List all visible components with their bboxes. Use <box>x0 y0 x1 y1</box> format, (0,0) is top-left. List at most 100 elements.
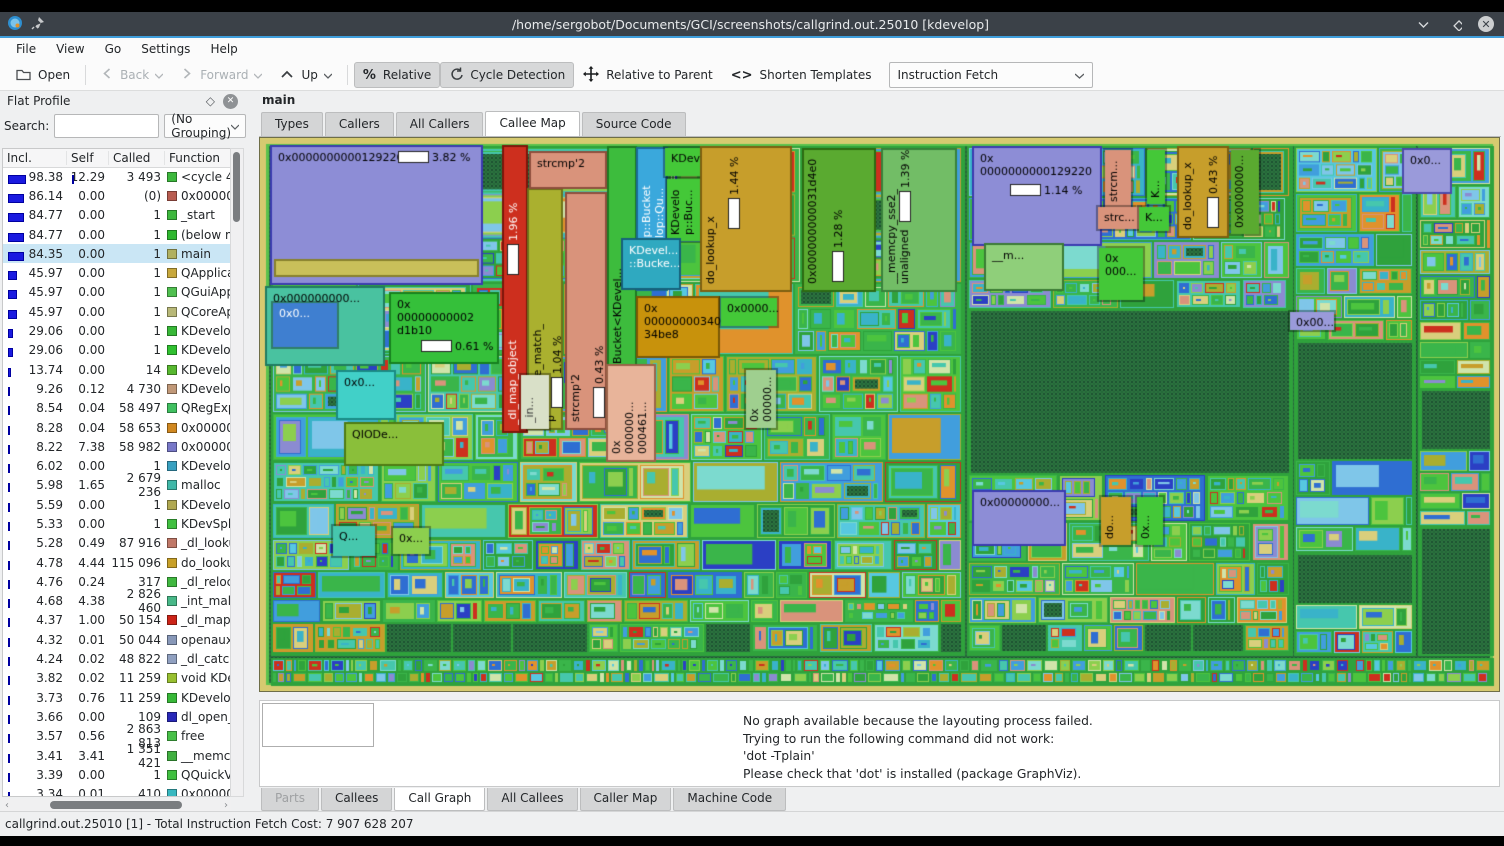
col-header-incl[interactable]: Incl. <box>3 151 67 165</box>
incl-bar <box>8 754 10 763</box>
incl-bar <box>8 368 11 377</box>
tab-callers[interactable]: Callers <box>325 112 394 136</box>
menu-item-file[interactable]: File <box>6 42 46 56</box>
cell-incl: 3.82 <box>3 671 67 685</box>
table-row[interactable]: 3.730.7611 259KDevelop:: <box>3 688 230 707</box>
table-row[interactable]: 8.540.0458 497QRegExp::( <box>3 399 230 418</box>
table-row[interactable]: 4.320.0150 044openaux <box>3 630 230 649</box>
incl-bar <box>8 233 24 242</box>
table-row[interactable]: 5.590.001KDevelop:: <box>3 495 230 514</box>
table-row[interactable]: 29.060.001KDevelop:: <box>3 321 230 340</box>
table-row[interactable]: 4.240.0248 822_dl_catch_ <box>3 649 230 668</box>
col-header-called[interactable]: Called <box>109 151 165 165</box>
cell-called: 1 <box>109 343 165 357</box>
open-button[interactable]: Open <box>7 62 79 88</box>
table-row[interactable]: 84.770.001(below mai <box>3 225 230 244</box>
menu-item-help[interactable]: Help <box>200 42 247 56</box>
relative-to-parent-toggle[interactable]: Relative to Parent <box>574 62 721 88</box>
table-row[interactable]: 86.140.00(0)0x0000000 <box>3 186 230 205</box>
up-button[interactable]: Up <box>271 62 340 88</box>
back-button[interactable]: Back <box>92 62 172 88</box>
vertical-scrollbar[interactable] <box>230 148 244 797</box>
cell-incl: 45.97 <box>3 266 67 280</box>
tab-callee-map[interactable]: Callee Map <box>485 111 579 136</box>
table-row[interactable]: 4.371.0050 154_dl_map_o <box>3 611 230 630</box>
horizontal-scrollbar[interactable]: ‹ › <box>2 799 231 811</box>
table-row[interactable]: 3.390.001QQuickVie <box>3 765 230 784</box>
table-row[interactable]: 8.280.0458 6530x0000000 <box>3 418 230 437</box>
col-header-function[interactable]: Function <box>165 151 230 165</box>
cell-called: 4 730 <box>109 382 165 396</box>
pin-icon[interactable] <box>31 16 45 33</box>
table-row[interactable]: 9.260.124 730KDevelop:: <box>3 379 230 398</box>
table-row[interactable]: 98.3812.293 493<cycle 42> <box>3 167 230 186</box>
tab-all-callers[interactable]: All Callers <box>396 112 484 136</box>
minimize-icon[interactable] <box>1414 15 1432 33</box>
table-row[interactable]: 45.970.001QGuiApplic <box>3 283 230 302</box>
table-row[interactable]: 29.060.001KDevelop:: <box>3 341 230 360</box>
menu-item-go[interactable]: Go <box>95 42 132 56</box>
cell-self: 7.38 <box>67 440 109 454</box>
incl-bar <box>8 348 13 357</box>
float-dock-icon[interactable]: ◇ <box>206 94 215 108</box>
table-row[interactable]: 3.340.014100x0000000 <box>3 785 230 797</box>
cell-called: 58 497 <box>109 401 165 415</box>
tab-callees[interactable]: Callees <box>321 788 392 811</box>
table-row[interactable]: 84.770.001_start <box>3 206 230 225</box>
col-header-self[interactable]: Self <box>67 151 109 165</box>
function-color-icon <box>167 673 177 683</box>
cell-incl: 3.73 <box>3 691 67 705</box>
table-row[interactable]: 45.970.001QCoreAppl <box>3 302 230 321</box>
cell-incl: 3.57 <box>3 729 67 743</box>
maximize-icon[interactable] <box>1446 15 1464 33</box>
incl-bar <box>8 696 10 705</box>
shorten-templates-toggle[interactable]: <> Shorten Templates <box>722 62 881 88</box>
move-icon <box>583 66 599 85</box>
call-graph-panel: No graph available because the layouting… <box>259 700 1500 787</box>
scroll-left-icon[interactable]: ‹ <box>2 800 12 811</box>
scrollbar-thumb[interactable] <box>233 152 240 222</box>
function-color-icon <box>167 615 177 625</box>
grouping-select[interactable]: (No Grouping) <box>164 114 246 138</box>
relative-toggle[interactable]: % Relative <box>354 62 440 88</box>
table-row[interactable]: 8.227.3858 9820x0000000 <box>3 437 230 456</box>
table-row[interactable]: 3.820.0211 259void KDeve <box>3 669 230 688</box>
table-row[interactable]: 13.740.0014KDevelop:: <box>3 360 230 379</box>
tab-machine-code[interactable]: Machine Code <box>673 788 786 811</box>
tab-types[interactable]: Types <box>261 112 323 136</box>
cell-self: 0.00 <box>67 343 109 357</box>
event-type-select[interactable]: Instruction Fetch <box>889 62 1093 88</box>
table-row[interactable]: 4.684.382 826 460_int_mallo <box>3 592 230 611</box>
cell-self: 1.00 <box>67 613 109 627</box>
search-input[interactable] <box>54 114 159 138</box>
table-row[interactable]: 4.784.44115 096do_lookup <box>3 553 230 572</box>
menu-item-settings[interactable]: Settings <box>131 42 200 56</box>
table-row[interactable]: 45.970.001QApplicatio <box>3 263 230 282</box>
cell-called: 1 <box>109 768 165 782</box>
graph-error-line: Trying to run the following command did … <box>743 731 1093 749</box>
function-color-icon <box>167 230 177 240</box>
table-row[interactable]: 5.981.652 679 236malloc <box>3 476 230 495</box>
titlebar[interactable]: /home/sergobot/Documents/GCI/screenshots… <box>0 12 1504 36</box>
cycle-detection-toggle[interactable]: Cycle Detection <box>440 62 574 88</box>
graph-overview-box[interactable] <box>262 703 374 747</box>
cell-self: 0.00 <box>67 498 109 512</box>
tab-call-graph[interactable]: Call Graph <box>394 788 485 811</box>
statusbar: callgrind.out.25010 [1] - Total Instruct… <box>0 811 1504 836</box>
close-dock-icon[interactable]: ✕ <box>223 94 238 109</box>
table-row[interactable]: 3.413.411 351 421__memcpy <box>3 746 230 765</box>
table-row[interactable]: 84.350.001main <box>3 244 230 263</box>
scrollbar-thumb[interactable] <box>50 801 182 809</box>
scroll-right-icon[interactable]: › <box>221 800 231 811</box>
menu-item-view[interactable]: View <box>46 42 94 56</box>
close-icon[interactable]: ✕ <box>1478 16 1494 32</box>
tab-source-code[interactable]: Source Code <box>582 112 686 136</box>
cycle-icon <box>449 67 463 84</box>
tab-caller-map[interactable]: Caller Map <box>580 788 672 811</box>
table-row[interactable]: 5.330.001KDevSplas <box>3 514 230 533</box>
cell-self: 0.00 <box>67 459 109 473</box>
table-row[interactable]: 5.280.4987 916_dl_lookup <box>3 534 230 553</box>
tab-all-callees[interactable]: All Callees <box>487 788 577 811</box>
forward-button[interactable]: Forward <box>172 62 271 88</box>
callee-map-canvas[interactable] <box>263 141 1496 688</box>
